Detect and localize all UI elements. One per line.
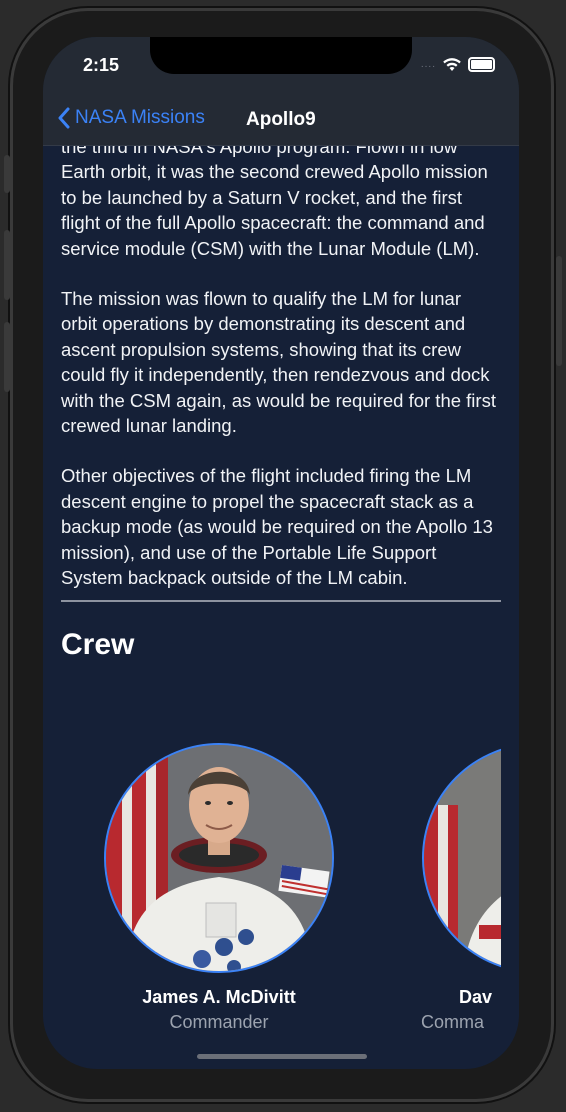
crew-photo — [104, 743, 334, 973]
home-indicator[interactable] — [197, 1054, 367, 1059]
battery-icon — [468, 57, 495, 72]
astronaut-portrait — [424, 745, 501, 971]
screen: 2:15 .... NASA Missions Apollo9 the thir… — [43, 37, 519, 1069]
description-paragraph-1: the third in NASA's Apollo program. Flow… — [61, 136, 488, 259]
silent-switch — [4, 155, 10, 193]
chevron-left-icon — [58, 107, 70, 129]
crew-heading: Crew — [61, 627, 135, 661]
description-paragraph-2: The mission was flown to qualify the LM … — [61, 288, 496, 437]
wifi-icon — [443, 58, 461, 71]
power-button — [556, 256, 562, 366]
crew-role: Comma — [421, 1012, 485, 1032]
crew-name: Dav — [459, 987, 493, 1007]
volume-up-button — [4, 230, 10, 300]
crew-role: Commander — [169, 1012, 269, 1032]
crew-name: James A. McDivitt — [142, 987, 296, 1007]
page-title: Apollo9 — [246, 109, 316, 130]
back-button[interactable]: NASA Missions — [57, 107, 205, 129]
status-time: 2:15 — [83, 55, 120, 75]
crew-carousel[interactable]: James A. McDivitt Commander Dav Comma — [61, 743, 501, 1043]
crew-card[interactable]: James A. McDivitt Commander — [89, 743, 349, 1033]
back-button-label: NASA Missions — [75, 107, 205, 128]
crew-photo — [422, 743, 501, 973]
volume-down-button — [4, 322, 10, 392]
divider — [61, 599, 501, 602]
navigation-bar: NASA Missions Apollo9 — [43, 97, 519, 146]
crew-card[interactable]: Dav Comma — [407, 743, 501, 1033]
astronaut-portrait — [106, 745, 332, 971]
status-icons: .... — [421, 57, 495, 72]
description-paragraph-3: Other objectives of the flight included … — [61, 465, 493, 589]
signal-icon: .... — [420, 59, 436, 70]
notch — [150, 37, 412, 74]
mission-description: the third in NASA's Apollo program. Flow… — [61, 134, 501, 661]
